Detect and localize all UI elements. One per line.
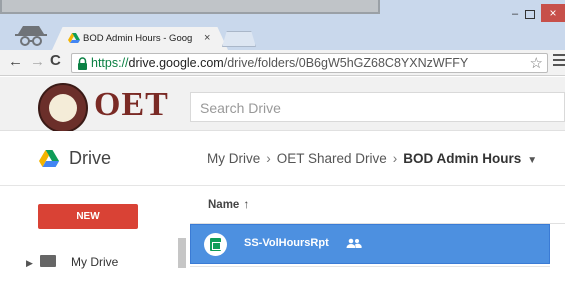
incognito-icon xyxy=(15,26,47,46)
url-path: /drive/folders/0B6gW5hGZ68C8YXNzWFFY xyxy=(223,56,469,70)
tab-title: BOD Admin Hours - Goog xyxy=(83,33,193,44)
sheets-file-icon xyxy=(204,233,227,256)
sort-arrow-icon[interactable]: ↑ xyxy=(243,197,249,211)
sidebar-item-my-drive[interactable]: My Drive xyxy=(71,255,118,269)
logo-seal-icon xyxy=(38,83,88,133)
sidebar-scrollbar[interactable] xyxy=(178,238,186,268)
maximize-icon[interactable] xyxy=(525,10,535,19)
window-close-icon[interactable]: × xyxy=(541,4,565,22)
drive-logo-icon xyxy=(39,150,59,167)
breadcrumb-separator: › xyxy=(266,151,271,166)
folder-dropdown-icon[interactable]: ▼ xyxy=(527,155,537,166)
logo-text: OET xyxy=(94,86,169,123)
column-header-label: Name xyxy=(208,199,240,211)
browser-toolbar: ← → C https://drive.google.com/drive/fol… xyxy=(0,50,565,76)
url-host: drive.google.com xyxy=(128,56,224,70)
address-bar[interactable]: https://drive.google.com/drive/folders/0… xyxy=(71,53,548,73)
browser-titlebar: BOD Admin Hours - Goog × – × xyxy=(0,0,565,50)
reload-icon[interactable]: C xyxy=(50,52,61,69)
new-button[interactable]: NEW xyxy=(38,204,138,229)
url-scheme: https:// xyxy=(91,56,129,70)
sidebar: NEW ▶ My Drive xyxy=(0,186,190,281)
divider xyxy=(190,266,550,267)
breadcrumb-bar: Drive My Drive › OET Shared Drive › BOD Admi… xyxy=(0,131,565,186)
my-drive-icon xyxy=(40,255,56,267)
background-window xyxy=(0,0,380,14)
file-list: Name ↑ SS-VolHoursRpt xyxy=(190,186,565,281)
breadcrumb-current-folder[interactable]: BOD Admin Hours xyxy=(403,151,521,166)
search-input[interactable]: Search Drive xyxy=(190,92,565,122)
name-column-header[interactable]: Name ↑ xyxy=(208,197,249,211)
oet-logo[interactable]: OET xyxy=(38,83,173,133)
lock-icon xyxy=(78,57,87,70)
breadcrumb-oet-shared-drive[interactable]: OET Shared Drive xyxy=(277,151,387,166)
new-tab-button[interactable] xyxy=(222,31,256,47)
browser-menu-icon[interactable] xyxy=(553,54,565,68)
back-arrow-icon[interactable]: ← xyxy=(8,53,23,70)
breadcrumb-my-drive[interactable]: My Drive xyxy=(207,151,260,166)
table-row[interactable]: SS-VolHoursRpt xyxy=(190,224,550,264)
breadcrumb-separator: › xyxy=(392,151,398,166)
breadcrumb: My Drive › OET Shared Drive › BOD Admin Hour… xyxy=(207,151,537,166)
shared-people-icon xyxy=(346,238,362,248)
search-placeholder: Search Drive xyxy=(200,100,281,116)
drive-favicon-icon xyxy=(68,33,80,43)
drive-app-label[interactable]: Drive xyxy=(69,148,111,169)
expand-caret-icon[interactable]: ▶ xyxy=(26,258,33,269)
url-text: https://drive.google.com/drive/folders/0… xyxy=(91,56,531,70)
browser-tab[interactable]: BOD Admin Hours - Goog × xyxy=(52,27,228,50)
file-name: SS-VolHoursRpt xyxy=(244,237,329,249)
bookmark-star-icon[interactable]: ☆ xyxy=(530,54,543,72)
minimize-icon[interactable]: – xyxy=(508,8,522,22)
drive-header: OET Search Drive xyxy=(0,77,565,133)
tab-close-icon[interactable]: × xyxy=(204,32,210,44)
forward-arrow-icon[interactable]: → xyxy=(30,53,45,70)
